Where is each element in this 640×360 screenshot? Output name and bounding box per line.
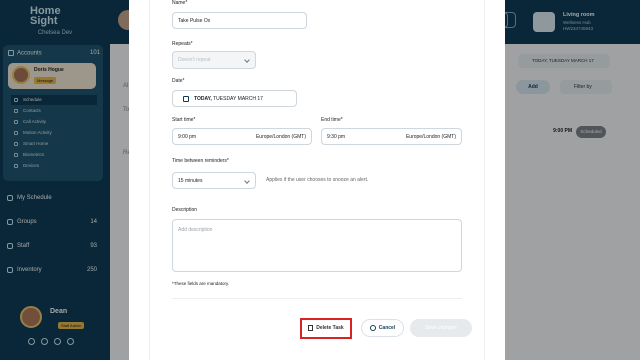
save-changes-button[interactable]: Save changes [410,319,472,337]
start-time-input[interactable]: 9:00 pm Europe/London (GMT) [172,128,312,145]
reminder-interval-label: Time between reminders* [172,158,229,164]
start-time-value: 9:00 pm [178,134,197,140]
end-timezone: Europe/London (GMT) [405,134,456,140]
name-label: Name* [172,0,188,6]
end-time-label: End time* [321,117,343,123]
divider [172,298,462,299]
calendar-icon [183,95,189,102]
chevron-down-icon [244,57,250,63]
repeats-label: Repeats* [172,41,193,47]
delete-task-button[interactable]: Delete Task [300,318,352,339]
description-label: Description [172,207,198,213]
end-time-input[interactable]: 9:30 pm Europe/London (GMT) [321,128,462,145]
date-today: TODAY, [194,96,212,102]
snooze-hint: Applies if the user chooses to snooze an… [266,177,369,183]
start-time-label: Start time* [172,117,196,123]
date-label: Date* [172,78,185,84]
end-time-value: 9:30 pm [327,134,346,140]
close-icon [369,324,376,331]
delete-label: Delete Task [316,325,344,331]
name-input[interactable]: Take Pulse Ox [172,12,307,29]
mandatory-note: *These fields are mandatory. [172,281,230,286]
date-value: TUESDAY MARCH 17 [213,96,263,102]
description-textarea[interactable]: Add description [172,219,462,272]
cancel-label: Cancel [378,325,396,331]
repeats-select[interactable]: Doesn't repeat [172,51,256,69]
trash-icon [308,324,314,331]
repeats-placeholder: Doesn't repeat [178,57,211,63]
date-picker[interactable]: TODAY, TUESDAY MARCH 17 [172,90,297,107]
reminder-interval-select[interactable]: 15 minutes [172,172,256,189]
reminder-interval-value: 15 minutes [178,178,203,184]
cancel-button[interactable]: Cancel [361,319,404,337]
chevron-down-icon [244,178,250,184]
start-timezone: Europe/London (GMT) [255,134,306,140]
